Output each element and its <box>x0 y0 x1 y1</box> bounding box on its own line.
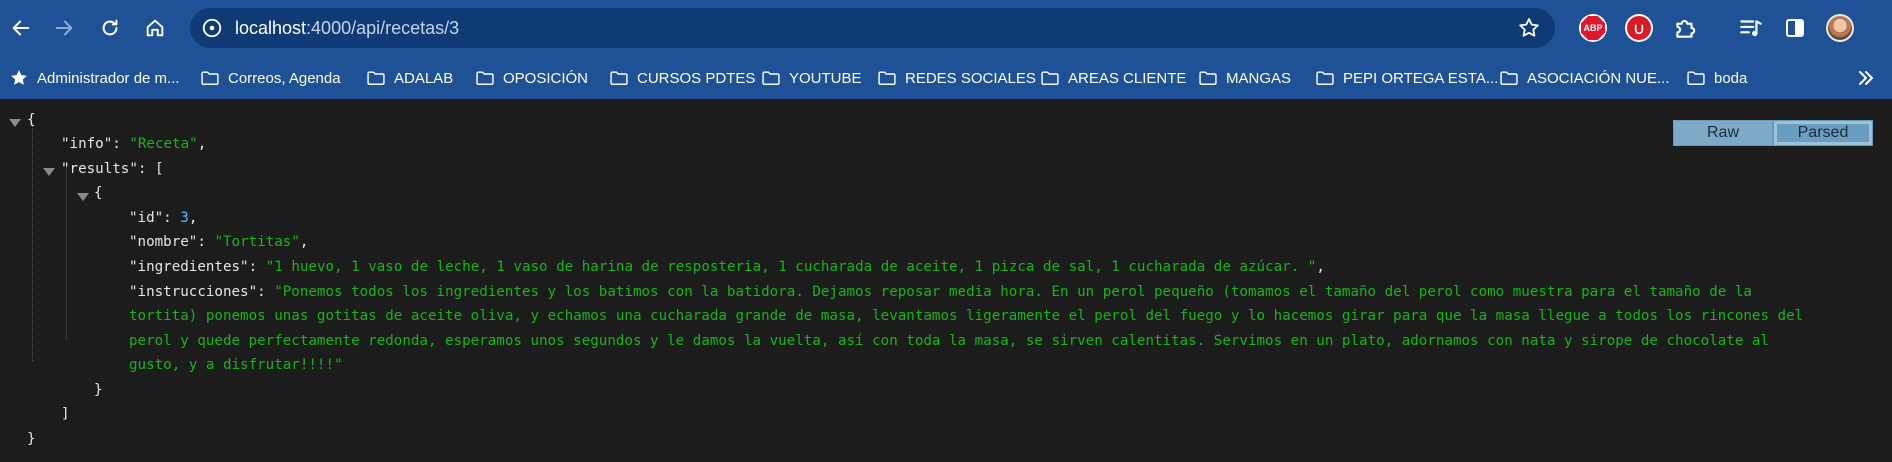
bookmark-label: CURSOS PDTES <box>637 69 756 87</box>
json-entry-ingredientes: "ingredientes": "1 huevo, 1 vaso de lech… <box>129 259 1325 275</box>
bookmark-redes-sociales[interactable]: REDES SOCIALES <box>877 65 1036 91</box>
home-icon[interactable] <box>137 10 173 46</box>
side-panel-icon[interactable] <box>1780 13 1810 43</box>
view-mode-toggle: Raw Parsed <box>1673 120 1873 146</box>
bookmark-mangas[interactable]: MANGAS <box>1198 65 1291 91</box>
bookmark-administrador[interactable]: Administrador de m... <box>9 65 180 91</box>
ublock-icon[interactable] <box>1624 13 1654 43</box>
json-entry-id: "id": 3, <box>129 210 198 226</box>
raw-button[interactable]: Raw <box>1673 120 1773 146</box>
ingredientes-value: 1 huevo, 1 vaso de leche, 1 vaso de hari… <box>274 259 1308 275</box>
instrucciones-line-4-wrap: gusto, y a disfrutar!!!!" <box>129 357 343 373</box>
bookmark-label: AREAS CLIENTE <box>1068 69 1187 87</box>
bookmark-adalab[interactable]: ADALAB <box>366 65 453 91</box>
reload-icon[interactable] <box>92 10 128 46</box>
folder-icon <box>610 71 628 85</box>
instrucciones-line-2: tortita) ponemos unas gotitas de aceite … <box>129 308 1804 324</box>
nombre-value: Tortitas <box>222 234 292 250</box>
back-icon[interactable] <box>3 10 39 46</box>
folder-icon <box>1199 71 1217 85</box>
json-entry-instrucciones: "instrucciones": "Ponemos todos los ingr… <box>129 284 1752 300</box>
info-value: Receta <box>137 136 190 152</box>
json-object-close: } <box>94 382 103 398</box>
json-object-open: { <box>94 185 103 201</box>
bookmark-label: PEPI ORTEGA ESTA... <box>1343 69 1499 87</box>
instrucciones-line-3: perol y quede perfectamente redonda, esp… <box>129 333 1769 349</box>
collapse-results-icon[interactable] <box>43 168 55 176</box>
address-bar[interactable]: localhost:4000/api/recetas/3 <box>190 8 1555 48</box>
json-viewer: Raw Parsed { "info": "Receta", "results"… <box>0 99 1892 462</box>
bookmark-label: OPOSICIÓN <box>503 69 589 87</box>
url-host: localhost <box>235 18 307 38</box>
folder-icon <box>1316 71 1334 85</box>
chevron-double-right-icon[interactable] <box>1854 66 1878 90</box>
collapse-root-icon[interactable] <box>9 119 21 127</box>
profile-avatar[interactable] <box>1825 13 1855 43</box>
puzzle-icon[interactable] <box>1670 13 1700 43</box>
site-info-icon[interactable] <box>200 16 224 40</box>
collapse-object-icon[interactable] <box>77 193 89 201</box>
bookmark-label: Correos, Agenda <box>228 69 341 87</box>
folder-icon <box>878 71 896 85</box>
json-brace-close: } <box>27 431 36 447</box>
folder-icon <box>1041 71 1059 85</box>
bookmark-youtube[interactable]: YOUTUBE <box>761 65 862 91</box>
bookmark-correos-agenda[interactable]: Correos, Agenda <box>200 65 341 91</box>
parsed-button[interactable]: Parsed <box>1773 120 1873 146</box>
bookmark-label: MANGAS <box>1226 69 1292 87</box>
folder-icon <box>201 71 219 85</box>
instrucciones-line-1: Ponemos todos los ingredientes y los bat… <box>282 284 1752 300</box>
bookmarks-bar: Administrador de m... Correos, Agenda AD… <box>0 56 1892 99</box>
browser-toolbar: localhost:4000/api/recetas/3 ABP <box>0 0 1892 56</box>
folder-icon <box>367 71 385 85</box>
folder-icon <box>1500 71 1518 85</box>
bookmark-boda[interactable]: boda <box>1686 65 1747 91</box>
bookmark-oposicion[interactable]: OPOSICIÓN <box>475 65 588 91</box>
bookmark-asociacion[interactable]: ASOCIACIÓN NUE... <box>1499 65 1670 91</box>
json-brace-open: { <box>27 112 36 128</box>
adblock-plus-icon[interactable]: ABP <box>1578 13 1608 43</box>
folder-icon <box>1687 71 1705 85</box>
bookmark-label: ASOCIACIÓN NUE... <box>1527 69 1670 87</box>
id-value: 3 <box>180 210 189 226</box>
bookmark-label: REDES SOCIALES <box>905 69 1036 87</box>
adblock-plus-label: ABP <box>1581 16 1605 40</box>
star-icon <box>11 70 27 85</box>
url-text[interactable]: localhost:4000/api/recetas/3 <box>235 18 459 39</box>
folder-icon <box>476 71 494 85</box>
json-entry-nombre: "nombre": "Tortitas", <box>129 234 309 250</box>
bookmark-areas-cliente[interactable]: AREAS CLIENTE <box>1040 65 1186 91</box>
instrucciones-line-4: gusto, y a disfrutar!!!! <box>129 357 334 373</box>
bookmark-cursos-pdtes[interactable]: CURSOS PDTES <box>609 65 755 91</box>
folder-icon <box>762 71 780 85</box>
bookmark-pepi-ortega[interactable]: PEPI ORTEGA ESTA... <box>1315 65 1498 91</box>
bookmark-star-icon[interactable] <box>1517 16 1541 40</box>
bookmark-label: YOUTUBE <box>789 69 862 87</box>
reading-list-icon[interactable] <box>1736 13 1766 43</box>
json-array-close: ] <box>61 406 70 422</box>
url-path: :4000/api/recetas/3 <box>306 18 460 38</box>
bookmark-label: Administrador de m... <box>37 69 180 87</box>
forward-icon[interactable] <box>46 10 82 46</box>
json-entry-info: "info": "Receta", <box>61 136 207 152</box>
bookmark-label: ADALAB <box>394 69 454 87</box>
json-entry-results: "results": [ <box>61 161 164 177</box>
bookmark-label: boda <box>1714 69 1748 87</box>
